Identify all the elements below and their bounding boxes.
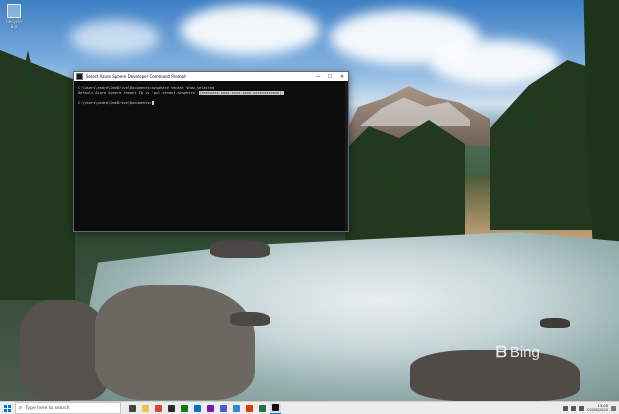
chrome-icon[interactable] bbox=[153, 403, 164, 413]
office-icon[interactable] bbox=[244, 403, 255, 413]
start-button[interactable] bbox=[0, 402, 14, 414]
task-view-icon[interactable] bbox=[127, 403, 138, 413]
minimize-button[interactable]: — bbox=[312, 72, 324, 81]
command-prompt-window[interactable]: Select Azure Sphere Developer Command Pr… bbox=[73, 71, 349, 232]
taskbar: ⌕ Type here to search 13:05 02/06/2020 bbox=[0, 401, 619, 414]
store-icon[interactable] bbox=[166, 403, 177, 413]
onenote-icon[interactable] bbox=[205, 403, 216, 413]
system-tray: 13:05 02/06/2020 bbox=[563, 404, 619, 412]
console-line-result: Default Azure Sphere tenant ID is 'avl.t… bbox=[78, 91, 200, 95]
console-line-prompt: C:\Users\andre\OneDrive\Documents> bbox=[78, 101, 152, 105]
clock-date: 02/06/2020 bbox=[587, 408, 608, 412]
recycle-bin-icon bbox=[7, 4, 21, 18]
bing-wordmark: Bing bbox=[509, 344, 540, 361]
bing-logo-icon: ᗷ bbox=[496, 344, 507, 361]
search-icon: ⌕ bbox=[19, 404, 23, 411]
console-scrollbar[interactable] bbox=[345, 81, 348, 231]
maximize-button[interactable]: ☐ bbox=[324, 72, 336, 81]
network-icon[interactable] bbox=[571, 405, 577, 411]
desktop-icon-label: Recycle Bin bbox=[6, 19, 22, 29]
console-app-icon bbox=[76, 73, 83, 80]
pinned-apps bbox=[127, 402, 281, 414]
xbox-icon[interactable] bbox=[179, 403, 190, 413]
console-output[interactable]: C:\Users\andre\OneDrive\Documents>azsphe… bbox=[74, 81, 348, 111]
text-cursor bbox=[151, 101, 154, 105]
window-titlebar[interactable]: Select Azure Sphere Developer Command Pr… bbox=[74, 72, 348, 81]
windows-logo-icon bbox=[3, 404, 11, 412]
teams-icon[interactable] bbox=[218, 403, 229, 413]
window-title: Select Azure Sphere Developer Command Pr… bbox=[86, 74, 186, 79]
vscode-icon[interactable] bbox=[231, 403, 242, 413]
search-placeholder: Type here to search bbox=[25, 405, 70, 411]
outlook-icon[interactable] bbox=[192, 403, 203, 413]
selected-tenant-id[interactable]: (xxxxxxxx-xxxx-xxxx-xxxx-xxxxxxxxxxxx). bbox=[199, 91, 284, 95]
bing-watermark: ᗷ Bing bbox=[496, 344, 540, 361]
volume-icon[interactable] bbox=[579, 405, 585, 411]
notification-icon[interactable] bbox=[611, 405, 616, 411]
taskbar-clock[interactable]: 13:05 02/06/2020 bbox=[587, 404, 608, 412]
console-line-command: C:\Users\andre\OneDrive\Documents>azsphe… bbox=[78, 86, 215, 90]
chevron-up-icon[interactable] bbox=[563, 405, 569, 411]
recycle-bin-desktop-icon[interactable]: Recycle Bin bbox=[4, 4, 24, 29]
close-button[interactable]: ✕ bbox=[336, 72, 348, 81]
file-explorer-icon[interactable] bbox=[140, 403, 151, 413]
excel-icon[interactable] bbox=[257, 403, 268, 413]
taskbar-search-box[interactable]: ⌕ Type here to search bbox=[15, 402, 121, 414]
terminal-icon[interactable] bbox=[270, 402, 281, 414]
